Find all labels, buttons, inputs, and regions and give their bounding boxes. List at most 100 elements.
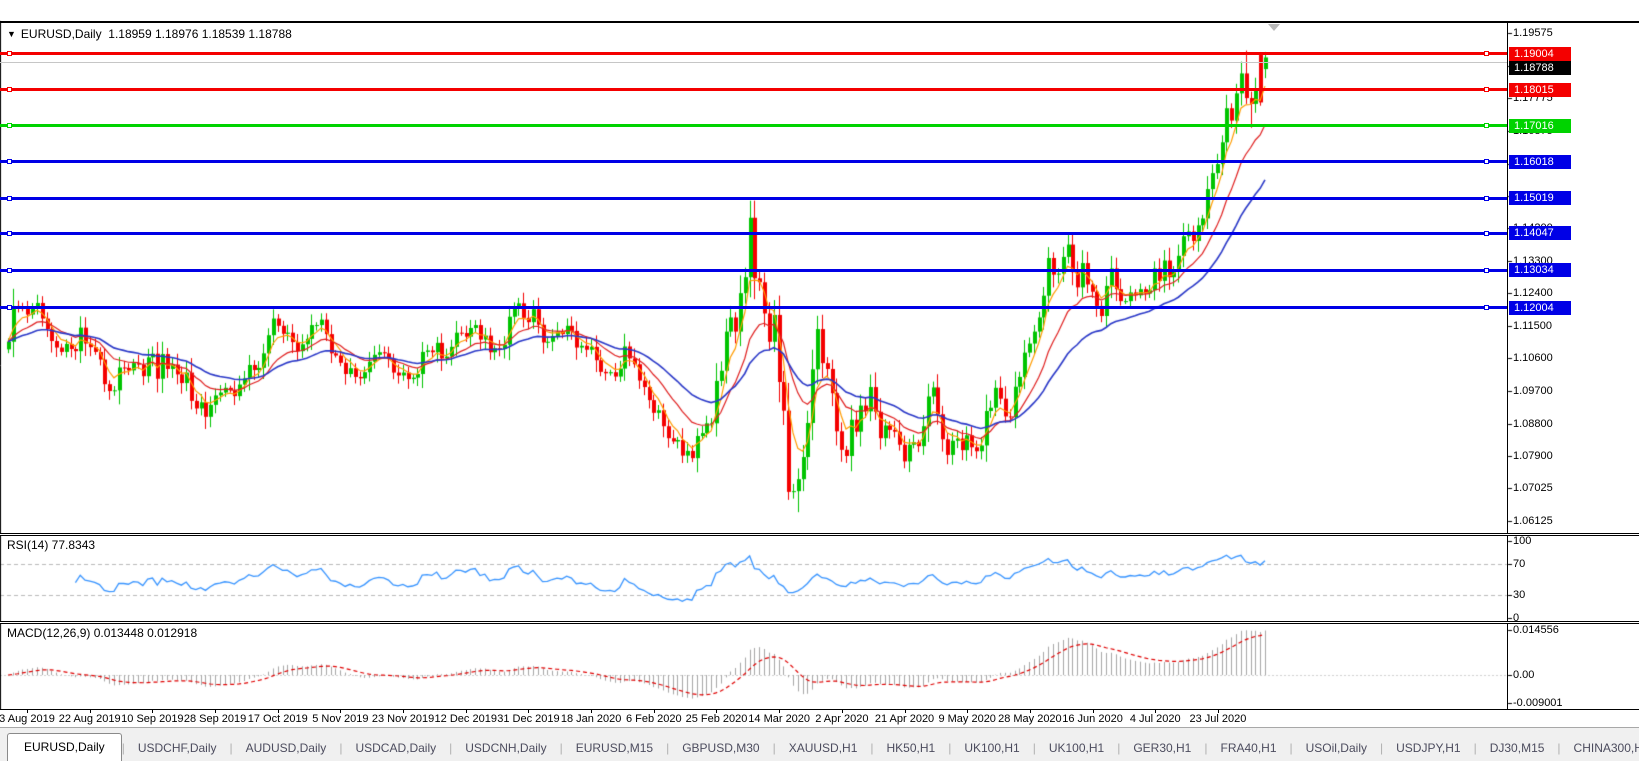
rsi-axis-label: 70 [1513,558,1525,570]
price-level-line[interactable] [0,197,1507,200]
chart-frame-top [0,21,1639,23]
line-handle[interactable] [7,231,12,236]
price-level-badge: 1.19004 [1509,47,1571,61]
time-axis-label: 22 Aug 2019 [59,713,121,725]
chart-tab-usdjpy-h1[interactable]: USDJPY,H1 [1383,736,1473,761]
time-axis-label: 4 Jul 2020 [1130,713,1181,725]
line-handle[interactable] [7,159,12,164]
price-level-badge: 1.13034 [1509,263,1571,277]
price-level-badge: 1.12004 [1509,301,1571,315]
time-axis-label: 18 Jan 2020 [561,713,622,725]
price-chart-canvas[interactable] [0,0,1639,761]
line-handle[interactable] [7,305,12,310]
macd-indicator-label: MACD(12,26,9) 0.013448 0.012918 [7,626,197,640]
time-axis-label: 14 Mar 2020 [748,713,810,725]
rsi-axis-label: 100 [1513,535,1531,547]
line-handle[interactable] [7,51,12,56]
chart-tab-ger30-h1[interactable]: GER30,H1 [1120,736,1204,761]
price-level-line[interactable] [0,269,1507,272]
time-axis-label: 12 Dec 2019 [435,713,497,725]
price-level-line[interactable] [0,232,1507,235]
chart-tab-audusd-daily[interactable]: AUDUSD,Daily [233,736,340,761]
chart-shift-marker-icon[interactable] [1268,24,1280,31]
chart-tab-gbpusd-m30[interactable]: GBPUSD,M30 [669,736,772,761]
pane-splitter-rsi[interactable] [0,533,1639,536]
chart-tab-usoil-daily[interactable]: USOil,Daily [1293,736,1380,761]
price-level-badge: 1.18015 [1509,83,1571,97]
chart-ohlc-values: 1.18959 1.18976 1.18539 1.18788 [108,27,292,41]
time-axis-label: 21 Apr 2020 [875,713,934,725]
price-level-line[interactable] [0,88,1507,91]
price-tick-label: 1.07900 [1513,450,1553,462]
pane-splitter-macd[interactable] [0,621,1639,624]
chart-tab-usdchf-daily[interactable]: USDCHF,Daily [125,736,230,761]
price-level-badge: 1.16018 [1509,155,1571,169]
price-level-line[interactable] [0,52,1507,55]
chart-tab-uk100-h1[interactable]: UK100,H1 [1036,736,1117,761]
time-axis-label: 31 Dec 2019 [497,713,559,725]
time-axis: 3 Aug 2019 22 Aug 201910 Sep 201928 Sep 2… [0,710,1639,727]
time-axis-label: 9 May 2020 [938,713,995,725]
time-axis-label: 23 Nov 2019 [372,713,434,725]
price-tick-label: 1.08800 [1513,418,1553,430]
line-handle[interactable] [7,196,12,201]
chart-tab-fra40-h1[interactable]: FRA40,H1 [1207,736,1289,761]
chart-tab-eurusd-daily[interactable]: EURUSD,Daily [7,733,122,761]
line-handle[interactable] [1484,87,1489,92]
price-level-line[interactable] [0,306,1507,309]
price-level-badge: 1.14047 [1509,226,1571,240]
time-axis-label: 16 Jun 2020 [1062,713,1123,725]
chart-tab-bar: EURUSD,Daily|USDCHF,Daily|AUDUSD,Daily|U… [0,727,1639,761]
time-axis-label: 3 Aug 2019 [0,713,55,725]
time-axis-label: 25 Feb 2020 [686,713,748,725]
chart-tab-hk50-h1[interactable]: HK50,H1 [874,736,949,761]
price-tick-label: 1.12400 [1513,287,1553,299]
macd-axis-label: -0.009001 [1513,697,1563,709]
price-tick-label: 1.10600 [1513,352,1553,364]
chart-dropdown-icon[interactable]: ▼ [7,29,16,39]
current-price-badge: 1.18788 [1509,61,1571,75]
time-axis-label: 2 Apr 2020 [815,713,868,725]
chart-tab-china300-h4[interactable]: CHINA300,H4 [1561,736,1639,761]
trading-terminal-window: ▼ M1M5M15M30H1H4D1W1MN ▼EURUSD,Daily 1.1… [0,0,1639,761]
time-axis-label: 17 Oct 2019 [248,713,308,725]
price-level-line[interactable] [0,160,1507,163]
price-tick-label: 1.09700 [1513,385,1553,397]
price-level-badge: 1.15019 [1509,191,1571,205]
macd-axis-label: 0.00 [1513,669,1534,681]
time-axis-label: 28 May 2020 [998,713,1062,725]
price-level-line[interactable] [0,124,1507,127]
rsi-axis-label: 0 [1513,612,1519,624]
macd-axis-label: 0.014556 [1513,624,1559,636]
chart-tab-usdcad-daily[interactable]: USDCAD,Daily [342,736,449,761]
chart-symbol-label: EURUSD,Daily [21,27,102,41]
chart-tab-xauusd-h1[interactable]: XAUUSD,H1 [776,736,871,761]
time-axis-label: 10 Sep 2019 [121,713,183,725]
price-level-badge: 1.17016 [1509,119,1571,133]
line-handle[interactable] [1484,159,1489,164]
line-handle[interactable] [7,123,12,128]
chart-title: ▼ EURUSD,Daily 1.18959 1.18976 1.18539 1.… [7,27,292,41]
price-tick-label: 1.06125 [1513,515,1553,527]
line-handle[interactable] [1484,231,1489,236]
rsi-indicator-label: RSI(14) 77.8343 [7,538,95,552]
line-handle[interactable] [1484,305,1489,310]
price-tick-label: 1.11500 [1513,320,1552,332]
price-axis-line [1507,21,1508,710]
line-handle[interactable] [1484,196,1489,201]
line-handle[interactable] [1484,123,1489,128]
chart-tab-dj30-m15[interactable]: DJ30,M15 [1477,736,1558,761]
line-handle[interactable] [1484,51,1489,56]
line-handle[interactable] [7,268,12,273]
rsi-axis-label: 30 [1513,589,1525,601]
line-handle[interactable] [1484,268,1489,273]
bid-price-line [0,62,1507,63]
chart-tab-uk100-h1[interactable]: UK100,H1 [951,736,1032,761]
chart-tab-usdcnh-daily[interactable]: USDCNH,Daily [452,736,559,761]
time-axis-label: 23 Jul 2020 [1189,713,1246,725]
time-axis-label: 5 Nov 2019 [312,713,368,725]
line-handle[interactable] [7,87,12,92]
chart-tab-eurusd-m15[interactable]: EURUSD,M15 [563,736,666,761]
time-axis-label: 6 Feb 2020 [626,713,682,725]
time-axis-label: 28 Sep 2019 [184,713,246,725]
